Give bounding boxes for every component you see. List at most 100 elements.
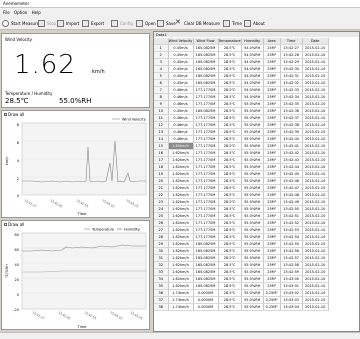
- table-cell: 24: [154, 205, 169, 213]
- table-row[interactable]: 26 1.62km/h 177.1770M 28.5℃ 55.0%RH 25M² 15:42…: [154, 219, 329, 227]
- table-row[interactable]: 3 0.45m/s 165.0825M 28.5℃ 54.0%RH 25M² 15:42:2…: [154, 58, 329, 66]
- table-cell: 177.1770M: [193, 233, 219, 241]
- ytick: 80: [15, 233, 19, 237]
- save-button[interactable]: Save: [157, 18, 176, 28]
- table-row[interactable]: 11 0.46m/s 177.1770M 28.5℃ 55.0%RH 25M² 15:42:…: [154, 114, 329, 122]
- table-cell: 15:42:46: [280, 177, 303, 185]
- table-cell: 15:42:35: [280, 100, 303, 108]
- table-cell: 22: [154, 191, 169, 199]
- import-button[interactable]: Import: [57, 18, 79, 28]
- table-cell: 0.0000M: [193, 289, 219, 297]
- table-row[interactable]: 34 1.62km/h 165.0825M 28.5℃ 55.0%RH 25M² 15:43…: [154, 275, 329, 283]
- table-row[interactable]: 9 0.46m/s 177.1770M 28.5℃ 55.0%RH 25M² 15:42:3…: [154, 100, 329, 108]
- table-cell: 28.5℃: [218, 79, 242, 87]
- table-cell: 28.5℃: [218, 156, 242, 164]
- menu-option[interactable]: Option: [14, 10, 27, 15]
- table-cell: 21: [154, 184, 169, 192]
- table-cell: 1.62km/h: [168, 191, 194, 199]
- menu-help[interactable]: Help: [32, 10, 41, 15]
- table-row[interactable]: 14 0.46m/s 177.1770M 28.5℃ 55.0%RH 25M² 15:42:…: [154, 135, 329, 143]
- table-row[interactable]: 6 0.45m/s 165.0825M 28.5℃ 54.0%RH 25M² 15:42:3…: [154, 79, 329, 87]
- table-cell: 28.5℃: [218, 51, 242, 59]
- disk-icon: [157, 19, 164, 27]
- table-row[interactable]: 21 1.62km/h 177.1770M 28.5℃ 55.0%RH 25M² 15:42…: [154, 184, 329, 192]
- stop-button[interactable]: Stop: [38, 18, 56, 28]
- time-button[interactable]: Time: [223, 18, 242, 28]
- table-cell: 28.5℃: [218, 226, 242, 234]
- table-cell: 1.62km/h: [168, 149, 194, 157]
- table-row[interactable]: 18 1.62km/h 177.1770M 28.5℃ 55.0%RH 25M² 15:42…: [154, 163, 329, 171]
- table-row[interactable]: 10 0.45m/s 165.0825M 28.5℃ 55.0%RH 25M² 15:42:…: [154, 107, 329, 115]
- table-cell: 0.45m/s: [168, 107, 194, 115]
- table-row[interactable]: 15 1.62km/h 177.1770M 28.5℃ 55.0%RH 25M² 15:42…: [154, 142, 329, 150]
- table-row[interactable]: 25 1.62km/h 177.1770M 28.5℃ 55.0%RH 25M² 15:42…: [154, 212, 329, 220]
- table-row[interactable]: 30 1.62km/h 165.0825M 28.5℃ 55.0%RH 25M² 15:42…: [154, 247, 329, 255]
- table-row[interactable]: 7 0.46m/s 177.1770M 28.5℃ 54.0%RH 25M² 15:42:3…: [154, 86, 329, 94]
- table-row[interactable]: 27 1.62km/h 177.1770M 28.5℃ 55.0%RH 25M² 15:42…: [154, 226, 329, 234]
- table-row[interactable]: 24 1.62km/h 177.1770M 28.5℃ 55.0%RH 25M² 15:42…: [154, 205, 329, 213]
- column-header[interactable]: Temperature: [218, 38, 242, 45]
- table-cell: 177.1770M: [193, 191, 219, 199]
- table-cell: 15:42:40: [280, 135, 303, 143]
- table-cell: 177.1770M: [193, 128, 219, 136]
- table-row[interactable]: 35 1.62km/h 165.0825M 28.5℃ 55.0%RH 25M² 15:43…: [154, 282, 329, 290]
- table-row[interactable]: 4 0.45m/s 165.0825M 28.5℃ 54.0%RH 25M² 15:42:3…: [154, 65, 329, 73]
- tab-data1[interactable]: Data1: [156, 33, 167, 37]
- table-cell: 0.46m/s: [168, 135, 194, 143]
- open-button[interactable]: Open: [136, 18, 156, 28]
- table-cell: 1.74km/h: [168, 289, 194, 297]
- table-cell: 32: [154, 261, 169, 269]
- table-row[interactable]: 5 0.45m/s 165.0825M 28.5℃ 54.0%RH 25M² 15:42:3…: [154, 72, 329, 80]
- table-row[interactable]: 36 1.74km/h 0.0000M 28.5℃ 55.0%RH 0.25M² 15:43…: [154, 289, 329, 297]
- table-row[interactable]: 31 1.62km/h 165.0825M 28.5℃ 55.0%RH 25M² 15:42…: [154, 254, 329, 262]
- table-row[interactable]: 2 0.45m/s 165.0825M 28.5℃ 54.0%RH 25M² 15:42:2…: [154, 51, 329, 59]
- table-row[interactable]: 28 1.62km/h 177.1770M 28.5℃ 55.0%RH 25M² 15:42…: [154, 233, 329, 241]
- table-row[interactable]: 16 1.62km/h 177.1770M 28.5℃ 55.0%RH 25M² 15:42…: [154, 149, 329, 157]
- column-header[interactable]: Wind Velocity: [168, 38, 194, 45]
- table-cell: 15:42:56: [280, 247, 303, 255]
- table-cell: 15:43:00: [280, 275, 303, 283]
- start-measure-button[interactable]: Start Measure: [2, 18, 39, 28]
- table-cell: 28.5℃: [218, 135, 242, 143]
- table-row[interactable]: 29 1.62km/h 165.0825M 28.5℃ 55.0%RH 25M² 15:42…: [154, 240, 329, 248]
- table-row[interactable]: 13 0.46m/s 177.1770M 28.5℃ 55.0%RH 25M² 15:42:…: [154, 128, 329, 136]
- table-cell: 10: [154, 107, 169, 115]
- table-cell: 25M²: [263, 205, 281, 213]
- ytick: 40: [15, 263, 19, 267]
- clear-db-button[interactable]: Clear DB Measure: [175, 18, 220, 28]
- column-header[interactable]: Wind Flow: [193, 38, 219, 45]
- data-table-panel: Data1 Wind Velocity Wind Flow Temperature H…: [153, 31, 360, 332]
- table-row[interactable]: 8 0.46m/s 177.1770M 28.5℃ 54.0%RH 25M² 15:42:3…: [154, 93, 329, 101]
- table-row[interactable]: 32 1.62km/h 165.0825M 28.5℃ 55.0%RH 25M² 15:42…: [154, 261, 329, 269]
- table-row[interactable]: 12 0.46m/s 177.1770M 28.5℃ 55.0%RH 25M² 15:42:…: [154, 121, 329, 129]
- window-title: Anemometer: [3, 1, 30, 6]
- config-button[interactable]: Config: [111, 18, 133, 28]
- table-cell: 0.46m/s: [168, 93, 194, 101]
- table-cell: 55.0%RH: [241, 261, 264, 269]
- table-row[interactable]: 37 1.74km/h 0.0000M 28.5℃ 55.0%RH 0.25M² 15:43…: [154, 296, 329, 304]
- menu-file[interactable]: File: [3, 10, 10, 15]
- table-row[interactable]: 19 1.62km/h 177.1770M 28.5℃ 55.0%RH 25M² 15:42…: [154, 170, 329, 178]
- table-cell: 55.0%RH: [241, 142, 264, 150]
- ytick: -20: [13, 308, 19, 312]
- table-row[interactable]: 1 0.45m/s 165.0825M 28.5℃ 54.0%RH 25M² 15:42:2…: [154, 44, 329, 52]
- table-row[interactable]: 23 1.62km/h 177.1770M 28.5℃ 55.0%RH 25M² 15:42…: [154, 198, 329, 206]
- table-cell: 15:42:59: [280, 268, 303, 276]
- table-cell: 165.0825M: [193, 72, 219, 80]
- table-row[interactable]: 38 1.74km/h 0.0000M 28.5℃ 55.0%RH 0.25M² 15:43…: [154, 303, 329, 311]
- table-cell: 15:42:27: [280, 44, 303, 52]
- table-row[interactable]: 22 1.62km/h 177.1770M 28.5℃ 55.0%RH 25M² 15:42…: [154, 191, 329, 199]
- export-button[interactable]: Export: [82, 18, 104, 28]
- table-cell: 25M²: [263, 121, 281, 129]
- table-cell: 165.0825M: [193, 51, 219, 59]
- table-cell: 28.5℃: [218, 205, 242, 213]
- table-row[interactable]: 20 1.62km/h 177.1770M 28.5℃ 55.0%RH 25M² 15:42…: [154, 177, 329, 185]
- column-header[interactable]: Humidity: [241, 38, 264, 45]
- about-button[interactable]: About: [244, 18, 265, 28]
- table-cell: 28.5℃: [218, 149, 242, 157]
- table-cell: 0.46m/s: [168, 128, 194, 136]
- table-row[interactable]: 17 1.62km/h 177.1770M 28.5℃ 55.0%RH 25M² 15:42…: [154, 156, 329, 164]
- table-cell: 2015-02-10: [302, 72, 329, 80]
- table-cell: 25M²: [263, 233, 281, 241]
- table-row[interactable]: 33 1.62km/h 165.0825M 28.5℃ 55.0%RH 25M² 15:42…: [154, 268, 329, 276]
